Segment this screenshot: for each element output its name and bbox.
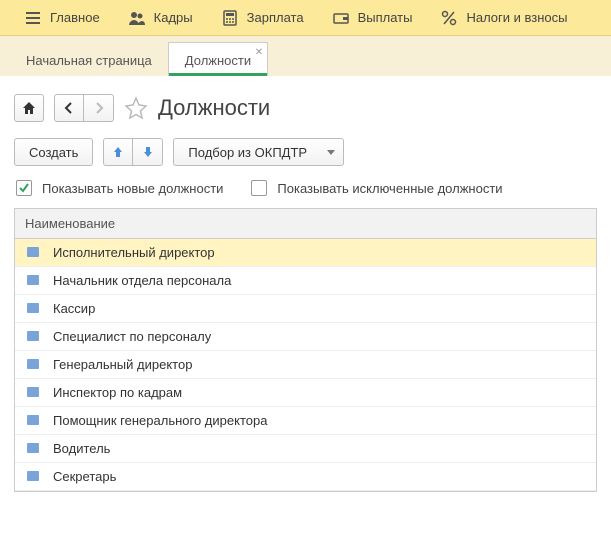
- percent-icon: [440, 9, 458, 27]
- row-name: Генеральный директор: [53, 357, 192, 372]
- nav-label: Главное: [50, 10, 100, 25]
- filter-show-excluded[interactable]: Показывать исключенные должности: [251, 180, 502, 196]
- row-name: Начальник отдела персонала: [53, 273, 231, 288]
- arrow-down-icon: [142, 146, 154, 158]
- home-button[interactable]: [14, 94, 44, 122]
- item-icon: [27, 389, 39, 397]
- nav-label: Кадры: [154, 10, 193, 25]
- checkbox-icon: [251, 180, 267, 196]
- move-down-button[interactable]: [133, 138, 163, 166]
- table-row[interactable]: Водитель: [15, 435, 596, 463]
- item-icon: [27, 361, 39, 369]
- nav-payments[interactable]: Выплаты: [318, 0, 427, 36]
- nav-buttons: [54, 94, 114, 122]
- create-button[interactable]: Создать: [14, 138, 93, 166]
- menu-icon: [24, 9, 42, 27]
- table-row[interactable]: Помощник генерального директора: [15, 407, 596, 435]
- item-icon: [27, 445, 39, 453]
- calc-icon: [221, 9, 239, 27]
- tab-label: Начальная страница: [26, 53, 152, 68]
- checkbox-icon: [16, 180, 32, 196]
- table-row[interactable]: Инспектор по кадрам: [15, 379, 596, 407]
- title-bar: Должности: [14, 94, 597, 122]
- grid-header-name[interactable]: Наименование: [15, 209, 596, 239]
- tab-start-page[interactable]: Начальная страница: [10, 43, 168, 76]
- tab-positions[interactable]: Должности ✕: [168, 42, 268, 76]
- nav-personnel[interactable]: Кадры: [114, 0, 207, 36]
- table-row[interactable]: Специалист по персоналу: [15, 323, 596, 351]
- forward-button[interactable]: [84, 94, 114, 122]
- row-name: Секретарь: [53, 469, 116, 484]
- back-button[interactable]: [54, 94, 84, 122]
- filter-show-new[interactable]: Показывать новые должности: [16, 180, 223, 196]
- nav-main[interactable]: Главное: [10, 0, 114, 36]
- filters: Показывать новые должности Показывать ис…: [14, 180, 597, 196]
- item-icon: [27, 417, 39, 425]
- people-icon: [128, 9, 146, 27]
- close-icon[interactable]: ✕: [255, 47, 263, 58]
- page-title: Должности: [158, 95, 270, 121]
- nav-label: Выплаты: [358, 10, 413, 25]
- filter-label: Показывать исключенные должности: [277, 181, 502, 196]
- row-name: Исполнительный директор: [53, 245, 215, 260]
- content-area: Должности Создать Подбор из ОКПДТР Показ…: [0, 76, 611, 502]
- item-icon: [27, 277, 39, 285]
- item-icon: [27, 305, 39, 313]
- nav-label: Налоги и взносы: [466, 10, 567, 25]
- table-row[interactable]: Исполнительный директор: [15, 239, 596, 267]
- row-name: Специалист по персоналу: [53, 329, 211, 344]
- move-up-button[interactable]: [103, 138, 133, 166]
- top-nav: Главное Кадры Зарплата Выплаты Налоги и …: [0, 0, 611, 36]
- table-row[interactable]: Генеральный директор: [15, 351, 596, 379]
- row-name: Помощник генерального директора: [53, 413, 267, 428]
- tab-label: Должности: [185, 53, 251, 68]
- filter-label: Показывать новые должности: [42, 181, 223, 196]
- item-icon: [27, 473, 39, 481]
- favorite-star-icon[interactable]: [124, 96, 148, 120]
- toolbar: Создать Подбор из ОКПДТР: [14, 138, 597, 166]
- table-row[interactable]: Секретарь: [15, 463, 596, 491]
- button-label: Подбор из ОКПДТР: [188, 145, 307, 160]
- item-icon: [27, 333, 39, 341]
- row-name: Инспектор по кадрам: [53, 385, 182, 400]
- tab-bar: Начальная страница Должности ✕: [0, 36, 611, 76]
- arrow-right-icon: [93, 102, 105, 114]
- table-row[interactable]: Кассир: [15, 295, 596, 323]
- arrow-left-icon: [63, 102, 75, 114]
- row-name: Водитель: [53, 441, 110, 456]
- table-row[interactable]: Начальник отдела персонала: [15, 267, 596, 295]
- pick-okpdtr-button[interactable]: Подбор из ОКПДТР: [173, 138, 344, 166]
- nav-taxes[interactable]: Налоги и взносы: [426, 0, 581, 36]
- home-icon: [22, 101, 36, 115]
- nav-salary[interactable]: Зарплата: [207, 0, 318, 36]
- nav-label: Зарплата: [247, 10, 304, 25]
- arrow-up-icon: [112, 146, 124, 158]
- item-icon: [27, 249, 39, 257]
- row-name: Кассир: [53, 301, 95, 316]
- positions-grid: Наименование Исполнительный директор Нача…: [14, 208, 597, 492]
- move-buttons: [103, 138, 163, 166]
- wallet-icon: [332, 9, 350, 27]
